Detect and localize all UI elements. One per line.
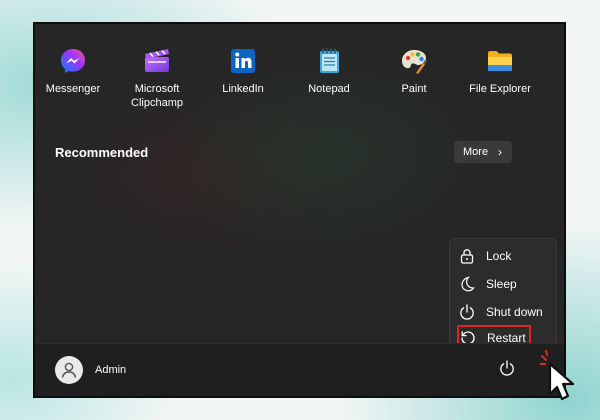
power-menu-item-sleep[interactable]: Sleep [458, 271, 550, 297]
start-menu-footer: Admin [35, 343, 564, 396]
app-label: Notepad [308, 83, 350, 95]
pinned-app-file-explorer[interactable]: File Explorer [460, 46, 540, 96]
power-icon [499, 359, 515, 381]
clipchamp-icon [142, 46, 172, 76]
recommended-heading: Recommended [55, 145, 149, 160]
paint-icon [399, 46, 429, 76]
power-menu: Lock Sleep Shut down Restart [449, 238, 557, 354]
power-menu-item-shut-down[interactable]: Shut down [458, 299, 550, 325]
pinned-app-paint[interactable]: Paint [376, 46, 452, 96]
notepad-icon [314, 46, 344, 76]
user-name: Admin [95, 364, 127, 376]
start-menu: Messenger Microsoft Clipchamp LinkedIn N… [33, 22, 566, 398]
power-menu-label: Sleep [486, 277, 517, 291]
app-label: Paint [401, 83, 427, 95]
pinned-app-messenger[interactable]: Messenger [35, 46, 111, 96]
more-button[interactable]: More › [454, 141, 512, 163]
pinned-app-clipchamp[interactable]: Microsoft Clipchamp [119, 46, 195, 110]
app-label: LinkedIn [222, 83, 264, 95]
messenger-icon [58, 46, 88, 76]
app-label-line2: Clipchamp [131, 97, 183, 109]
linkedin-icon [228, 46, 258, 76]
app-label: File Explorer [469, 83, 531, 95]
power-menu-label: Lock [486, 249, 512, 263]
more-button-label: More [463, 146, 489, 158]
mouse-cursor-icon [539, 349, 590, 402]
power-menu-label: Shut down [486, 305, 543, 319]
power-menu-item-lock[interactable]: Lock [458, 243, 550, 269]
power-button[interactable] [493, 356, 521, 384]
app-label: Messenger [45, 83, 101, 95]
power-icon [458, 303, 476, 321]
file-explorer-icon [485, 46, 515, 76]
moon-icon [458, 275, 476, 293]
app-label-line1: Microsoft [134, 83, 180, 95]
lock-icon [458, 247, 476, 265]
user-avatar-icon [55, 356, 83, 384]
user-account-button[interactable]: Admin [55, 356, 126, 384]
chevron-right-icon: › [498, 145, 502, 159]
pinned-app-linkedin[interactable]: LinkedIn [205, 46, 281, 96]
pinned-app-notepad[interactable]: Notepad [291, 46, 367, 96]
